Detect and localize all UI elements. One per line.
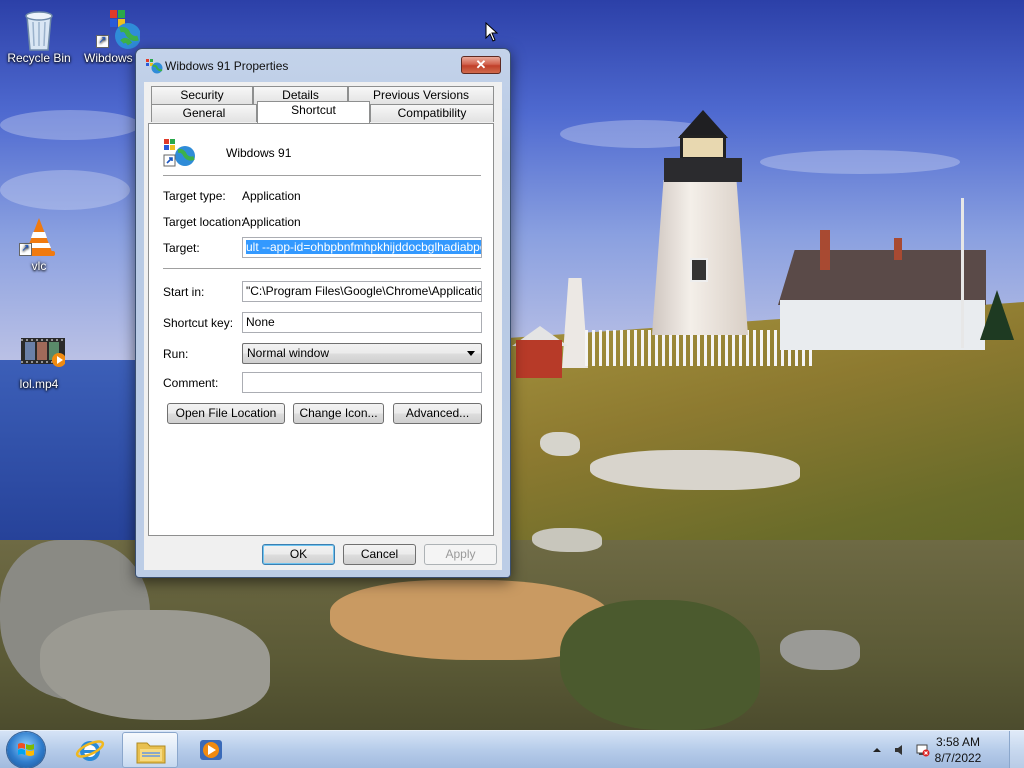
taskbar: 3:58 AM 8/7/2022	[0, 730, 1024, 768]
tab-compatibility[interactable]: Compatibility	[370, 104, 494, 122]
recycle-bin-icon	[19, 8, 59, 51]
shortcut-key-label: Shortcut key:	[163, 316, 234, 330]
shortcut-key-input[interactable]: None	[242, 312, 482, 333]
start-in-label: Start in:	[163, 285, 205, 299]
target-label: Target:	[163, 241, 200, 255]
dialog-title: Wibdows 91 Properties	[165, 59, 289, 73]
desktop-icon-label: Wibdows 91	[84, 51, 140, 65]
start-button[interactable]	[7, 732, 45, 768]
wibdows-91-icon: ↗	[96, 8, 141, 49]
run-select-value: Normal window	[247, 346, 330, 360]
comment-input[interactable]	[242, 372, 482, 393]
divider	[163, 175, 481, 176]
cancel-button[interactable]: Cancel	[343, 544, 416, 565]
desktop-icon-label: lol.mp4	[19, 377, 59, 391]
open-file-location-button[interactable]: Open File Location	[167, 403, 285, 424]
internet-explorer-icon	[75, 740, 105, 761]
run-select[interactable]: Normal window	[242, 343, 482, 364]
mouse-cursor-icon	[485, 22, 499, 42]
media-player-icon	[200, 740, 222, 760]
target-location-value: Application	[242, 215, 301, 229]
desktop-icon-lol-mp4[interactable]: lol.mp4	[1, 334, 77, 391]
advanced-button[interactable]: Advanced...	[393, 403, 482, 424]
taskbar-clock[interactable]: 3:58 AM 8/7/2022	[928, 734, 988, 766]
shortcut-tab-panel: Wibdows 91 Target type: Application Targ…	[148, 123, 494, 536]
desktop-icon-vlc[interactable]: ↗ vlc	[1, 216, 77, 273]
tab-general[interactable]: General	[151, 104, 257, 122]
vlc-cone-icon: ↗	[19, 216, 59, 256]
windows-flag-icon	[18, 743, 34, 756]
close-button[interactable]: ✕	[461, 56, 501, 74]
taskbar-file-explorer[interactable]	[122, 732, 178, 768]
divider	[163, 268, 481, 269]
shortcut-arrow-icon: ↗	[19, 243, 32, 256]
target-input[interactable]: ult --app-id=ohbpbnfmhpkhijddocbglhadiab…	[242, 237, 482, 258]
show-desktop-button[interactable]	[1009, 731, 1024, 768]
desktop-icon-label: vlc	[31, 259, 47, 273]
clock-time: 3:58 AM	[935, 735, 981, 749]
taskbar-media-player[interactable]	[184, 732, 240, 768]
taskbar-internet-explorer[interactable]	[62, 732, 118, 768]
video-file-icon	[19, 334, 66, 374]
dialog-titlebar[interactable]: Wibdows 91 Properties ✕	[136, 49, 510, 81]
dialog-client-area: Security Details Previous Versions Gener…	[144, 82, 502, 570]
start-in-input[interactable]: "C:\Program Files\Google\Chrome\Applicat…	[242, 281, 482, 302]
close-icon: ✕	[475, 57, 487, 72]
show-hidden-icons-chevron-up-icon[interactable]	[870, 743, 884, 757]
tab-security[interactable]: Security	[151, 86, 253, 104]
wibdows-91-title-icon	[145, 58, 163, 74]
shortcut-large-icon	[163, 138, 197, 168]
target-input-text: ult --app-id=ohbpbnfmhpkhijddocbglhadiab…	[246, 240, 481, 254]
speaker-icon[interactable]	[893, 743, 907, 757]
target-type-label: Target type:	[163, 189, 226, 203]
chevron-down-icon	[467, 351, 475, 356]
ok-button[interactable]: OK	[262, 544, 335, 565]
shortcut-arrow-icon: ↗	[96, 35, 109, 48]
comment-label: Comment:	[163, 376, 219, 390]
run-label: Run:	[163, 347, 189, 361]
target-type-value: Application	[242, 189, 301, 203]
change-icon-button[interactable]: Change Icon...	[293, 403, 384, 424]
tab-shortcut[interactable]: Shortcut	[257, 101, 370, 123]
desktop-icon-recycle-bin[interactable]: Recycle Bin	[1, 8, 77, 65]
desktop-icon-label: Recycle Bin	[7, 51, 71, 65]
properties-dialog: Wibdows 91 Properties ✕ Security Details…	[135, 48, 511, 578]
folder-icon	[136, 742, 166, 764]
shortcut-name: Wibdows 91	[226, 146, 292, 160]
target-location-label: Target location:	[163, 215, 245, 229]
apply-button[interactable]: Apply	[424, 544, 497, 565]
clock-date: 8/7/2022	[934, 751, 982, 765]
